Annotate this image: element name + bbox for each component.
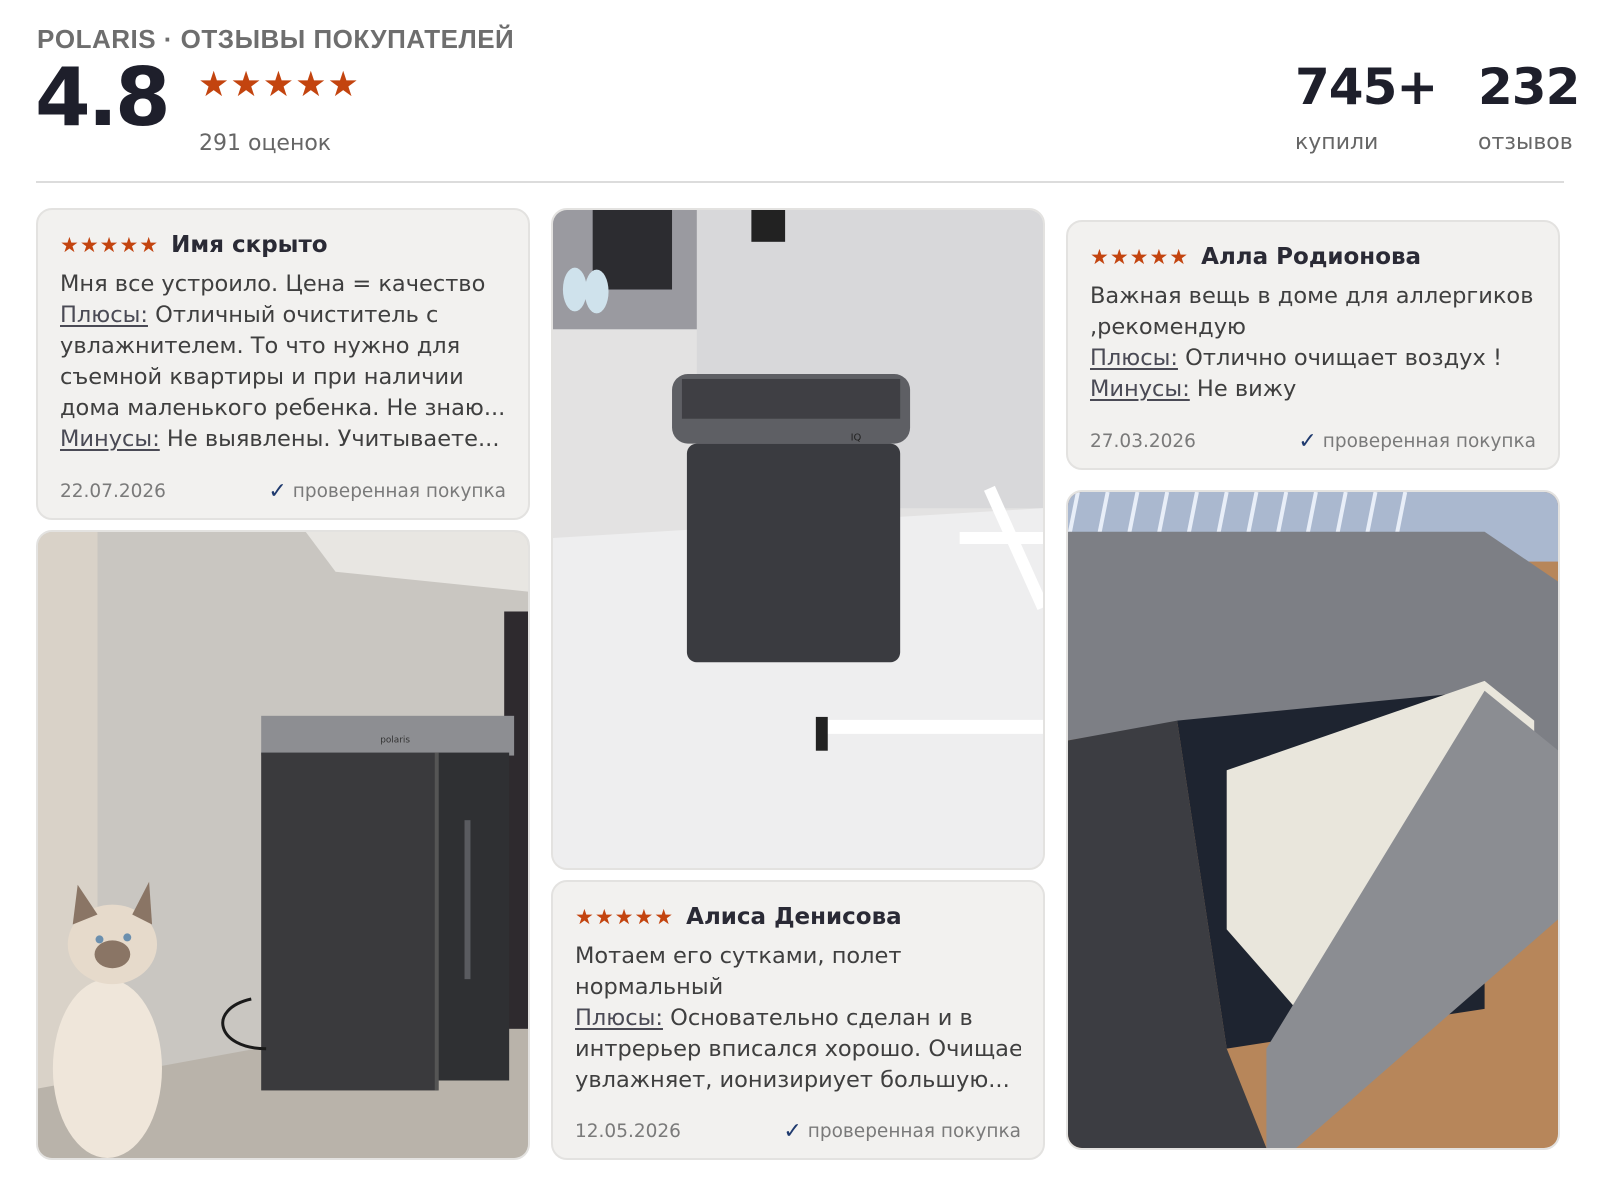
review-line: съемной квартиры и при наличии: [60, 364, 464, 390]
reviews-value: 232: [1478, 58, 1580, 116]
review-author: Алиса Денисова: [686, 904, 902, 930]
review-line: нормальный: [575, 974, 724, 1000]
checkmark-icon: ✓: [1298, 429, 1317, 454]
review-line: Мотаем его сутками, полет: [575, 943, 902, 969]
review-text: Мотаем его сутками, полет нормальный Плю…: [575, 941, 1021, 1096]
review-card[interactable]: ★★★★★ Алиса Денисова Мотаем его сутками,…: [551, 880, 1045, 1160]
purifier-with-cat-image: polaris: [38, 532, 528, 1158]
rating-stars-icon: ★★★★★: [198, 65, 360, 105]
cons-text: Не вижу: [1189, 376, 1297, 402]
review-line: интрерьер вписался хорошо. Очищает,: [575, 1036, 1021, 1062]
review-author: Алла Родионова: [1201, 244, 1422, 270]
pros-label: Плюсы:: [1090, 345, 1178, 371]
pros-text: Основательно сделан и в: [662, 1005, 973, 1031]
review-line: Мня все устроило. Цена = качество: [60, 271, 486, 297]
review-stars-icon: ★★★★★: [575, 905, 675, 929]
verified-badge: ✓ проверенная покупка: [1298, 429, 1536, 454]
pros-text: Отлично очищает воздух !: [1177, 345, 1502, 371]
verified-label: проверенная покупка: [1322, 431, 1536, 452]
verified-badge: ✓ проверенная покупка: [268, 479, 506, 504]
review-pros: Плюсы: Основательно сделан и в: [575, 1003, 1021, 1034]
checkmark-icon: ✓: [268, 479, 287, 504]
review-card[interactable]: ★★★★★ Имя скрыто Мня все устроило. Цена …: [36, 208, 530, 520]
review-pros: Плюсы: Отлично очищает воздух !: [1090, 343, 1536, 374]
review-author: Имя скрыто: [171, 232, 328, 258]
verified-label: проверенная покупка: [807, 1121, 1021, 1142]
review-photo[interactable]: [1066, 490, 1560, 1150]
purifier-water-tank-image: [1068, 492, 1558, 1148]
cons-label: Минусы:: [1090, 376, 1190, 402]
review-line: увлажнителем. То что нужно для: [60, 333, 461, 359]
review-card[interactable]: ★★★★★ Алла Родионова Важная вещь в доме …: [1066, 220, 1560, 470]
checkmark-icon: ✓: [783, 1119, 802, 1144]
purifier-badge: IQ: [851, 433, 862, 444]
review-text: Мня все устроило. Цена = качество Плюсы:…: [60, 269, 506, 455]
cons-label: Минусы:: [60, 426, 160, 452]
purifier-on-floor-image: IQ: [553, 210, 1043, 868]
verified-label: проверенная покупка: [292, 481, 506, 502]
cons-text: Не выявлены. Учитываете...: [159, 426, 500, 452]
review-text: Важная вещь в доме для аллергиков ,реком…: [1090, 281, 1536, 405]
average-rating: 4.8: [35, 51, 171, 144]
ratings-count: 291 оценок: [199, 131, 332, 156]
review-pros: Плюсы: Отличный очиститель с: [60, 300, 506, 331]
pros-label: Плюсы:: [60, 302, 148, 328]
bought-label: купили: [1295, 130, 1379, 155]
review-stars-icon: ★★★★★: [1090, 245, 1190, 269]
review-line: дома маленького ребенка. Не знаю...: [60, 395, 506, 421]
review-cons: Минусы: Не вижу: [1090, 374, 1536, 405]
review-cons: Минусы: Не выявлены. Учитываете...: [60, 424, 506, 455]
pros-text: Отличный очиститель с: [147, 302, 439, 328]
review-photo[interactable]: IQ: [551, 208, 1045, 870]
header-divider: [36, 181, 1564, 183]
purifier-logo: polaris: [380, 736, 410, 746]
bought-value: 745+: [1295, 58, 1438, 116]
review-date: 22.07.2026: [60, 481, 166, 502]
reviews-stat: 232 отзывов: [1478, 58, 1580, 155]
review-stars-icon: ★★★★★: [60, 233, 160, 257]
verified-badge: ✓ проверенная покупка: [783, 1119, 1021, 1144]
review-line: Важная вещь в доме для аллергиков: [1090, 283, 1534, 309]
bought-stat: 745+ купили: [1295, 58, 1438, 155]
reviews-label: отзывов: [1478, 130, 1573, 155]
review-line: ,рекомендую: [1090, 314, 1246, 340]
pros-label: Плюсы:: [575, 1005, 663, 1031]
review-photo[interactable]: polaris: [36, 530, 530, 1160]
review-date: 27.03.2026: [1090, 431, 1196, 452]
review-line: увлажняет, ионизириует большую...: [575, 1067, 1010, 1093]
review-date: 12.05.2026: [575, 1121, 681, 1142]
